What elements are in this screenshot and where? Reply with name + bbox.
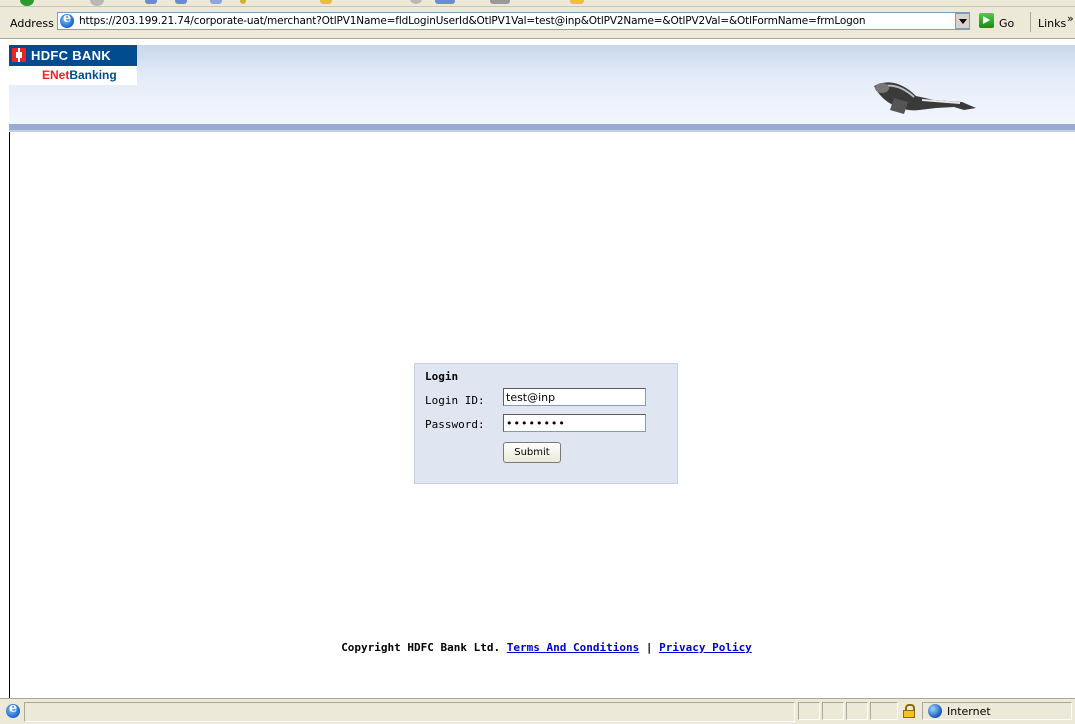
submit-button[interactable]: Submit bbox=[503, 442, 561, 463]
refresh-icon[interactable] bbox=[175, 0, 187, 4]
history-icon[interactable] bbox=[410, 0, 422, 4]
status-cell bbox=[798, 702, 820, 720]
internet-zone-icon bbox=[928, 704, 942, 718]
login-title: Login bbox=[425, 370, 459, 383]
address-bar: Address https://203.199.21.74/corporate-… bbox=[0, 7, 1075, 39]
ie-page-icon bbox=[60, 11, 74, 28]
forward-icon[interactable] bbox=[90, 0, 104, 6]
status-bar: Internet bbox=[0, 698, 1075, 724]
address-input[interactable]: https://203.199.21.74/corporate-uat/merc… bbox=[57, 11, 970, 30]
status-ie-icon bbox=[6, 701, 20, 718]
status-cell bbox=[846, 702, 868, 720]
page-footer: Copyright HDFC Bank Ltd. Terms And Condi… bbox=[0, 641, 1075, 654]
browser-toolbar bbox=[0, 0, 1075, 7]
favorites-icon[interactable] bbox=[320, 0, 332, 4]
password-input[interactable] bbox=[503, 414, 646, 432]
dropdown-arrow-icon[interactable] bbox=[955, 13, 970, 29]
zone-cell bbox=[922, 702, 1072, 720]
zone-label: Internet bbox=[947, 705, 991, 718]
logo-bank-name: HDFC BANK bbox=[31, 48, 111, 63]
keys-icon bbox=[874, 82, 976, 114]
address-label: Address bbox=[10, 17, 54, 30]
status-cell bbox=[822, 702, 844, 720]
home-icon[interactable] bbox=[210, 0, 222, 4]
print-icon[interactable] bbox=[490, 0, 510, 4]
hdfc-mark-icon bbox=[12, 48, 26, 62]
copyright-text: Copyright HDFC Bank Ltd. bbox=[341, 641, 501, 654]
go-button[interactable]: Go bbox=[999, 17, 1014, 30]
logo-top-band: HDFC BANK bbox=[9, 45, 137, 66]
logo-enet-prefix: ENet bbox=[42, 68, 70, 82]
hdfc-logo-icon: HDFC BANK ENetBanking bbox=[9, 45, 137, 85]
address-url[interactable]: https://203.199.21.74/corporate-uat/merc… bbox=[79, 15, 866, 27]
terms-link[interactable]: Terms And Conditions bbox=[507, 641, 639, 654]
privacy-link[interactable]: Privacy Policy bbox=[659, 641, 752, 654]
stop-icon[interactable] bbox=[145, 0, 157, 4]
logo-enet-suffix: Banking bbox=[69, 68, 117, 82]
messenger-icon[interactable] bbox=[570, 0, 584, 4]
go-arrow-icon[interactable] bbox=[979, 13, 994, 28]
status-cell bbox=[870, 702, 898, 720]
search-icon[interactable] bbox=[240, 0, 246, 4]
login-id-input[interactable] bbox=[503, 388, 646, 406]
status-text-area bbox=[24, 702, 795, 722]
logo-enetbanking: ENetBanking bbox=[42, 68, 117, 82]
links-button[interactable]: Links bbox=[1038, 17, 1066, 30]
page-left-border bbox=[9, 132, 10, 698]
mail-icon[interactable] bbox=[435, 0, 455, 4]
footer-line: Copyright HDFC Bank Ltd. Terms And Condi… bbox=[341, 641, 752, 654]
footer-separator: | bbox=[645, 641, 653, 654]
links-chevron-icon[interactable]: » bbox=[1067, 12, 1074, 25]
logo-bottom-band: ENetBanking bbox=[9, 66, 137, 85]
login-id-label: Login ID: bbox=[425, 394, 485, 407]
lock-icon[interactable] bbox=[903, 704, 915, 718]
toolbar-divider bbox=[1030, 12, 1031, 32]
password-label: Password: bbox=[425, 418, 485, 431]
login-panel: Login Login ID: Password: Submit bbox=[414, 363, 678, 484]
header-divider-light bbox=[9, 130, 1075, 132]
back-icon[interactable] bbox=[20, 0, 34, 6]
page-header: HDFC BANK ENetBanking bbox=[9, 45, 1075, 124]
